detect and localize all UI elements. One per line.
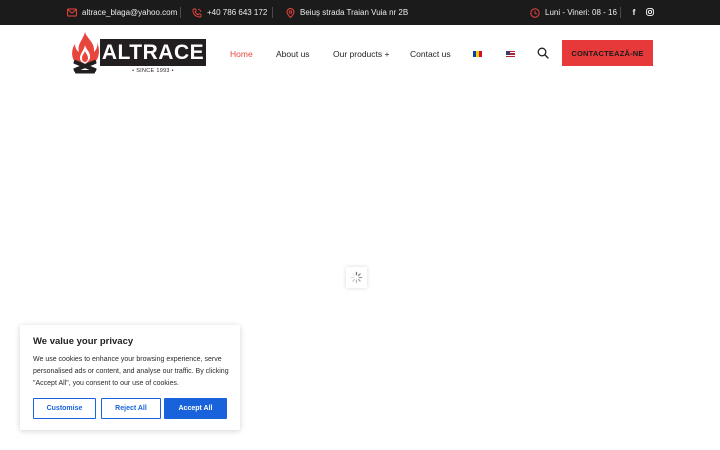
- main-header: ALTRACE • SINCE 1993 • Home About us Our…: [0, 25, 720, 83]
- search-button[interactable]: [537, 46, 549, 60]
- phone-link[interactable]: +40 786 643 172: [192, 0, 267, 25]
- hours-text: Luni - Vineri: 08 - 16: [545, 8, 617, 17]
- email-link[interactable]: altrace_blaga@yahoo.com: [67, 0, 177, 25]
- accept-all-button[interactable]: Accept All: [164, 398, 227, 419]
- instagram-icon: [646, 7, 654, 18]
- search-icon: [537, 47, 549, 59]
- map-pin-icon: [285, 7, 295, 18]
- divider: [272, 7, 273, 18]
- divider: [180, 7, 181, 18]
- cookie-description: We use cookies to enhance your browsing …: [33, 356, 229, 387]
- nav-contact[interactable]: Contact us: [410, 25, 451, 83]
- facebook-link[interactable]: f: [629, 0, 639, 25]
- instagram-link[interactable]: [645, 0, 655, 25]
- logo-since: • SINCE 1993 •: [132, 68, 174, 74]
- facebook-icon: f: [632, 8, 636, 17]
- nav-home[interactable]: Home: [230, 25, 253, 83]
- divider: [620, 7, 621, 18]
- cookie-consent-banner: We value your privacy We use cookies to …: [20, 325, 240, 430]
- page-loader: [346, 267, 367, 288]
- cookie-title: We value your privacy: [33, 336, 134, 347]
- customise-button[interactable]: Customise: [33, 398, 96, 419]
- phone-icon: [192, 8, 202, 18]
- flag-us-icon[interactable]: [506, 51, 515, 58]
- site-logo[interactable]: ALTRACE • SINCE 1993 •: [70, 31, 207, 77]
- address-link[interactable]: Beiuș strada Traian Vuia nr 2B: [285, 0, 408, 25]
- phone-text: +40 786 643 172: [207, 8, 268, 17]
- opening-hours: Luni - Vineri: 08 - 16: [530, 0, 617, 25]
- reject-all-button[interactable]: Reject All: [101, 398, 161, 419]
- loading-spinner-icon: [350, 271, 363, 284]
- flame-icon: [72, 32, 99, 74]
- logo-wordmark: ALTRACE: [100, 39, 206, 66]
- email-text: altrace_blaga@yahoo.com: [82, 8, 178, 17]
- top-bar: altrace_blaga@yahoo.com +40 786 643 172 …: [0, 0, 720, 25]
- clock-icon: [530, 7, 540, 18]
- address-text: Beiuș strada Traian Vuia nr 2B: [300, 8, 409, 17]
- nav-about[interactable]: About us: [276, 25, 310, 83]
- contact-cta-button[interactable]: CONTACTEAZĂ-NE: [562, 40, 653, 66]
- flag-ro-icon[interactable]: [473, 51, 482, 57]
- envelope-icon: [67, 8, 77, 18]
- nav-products[interactable]: Our products +: [333, 25, 389, 83]
